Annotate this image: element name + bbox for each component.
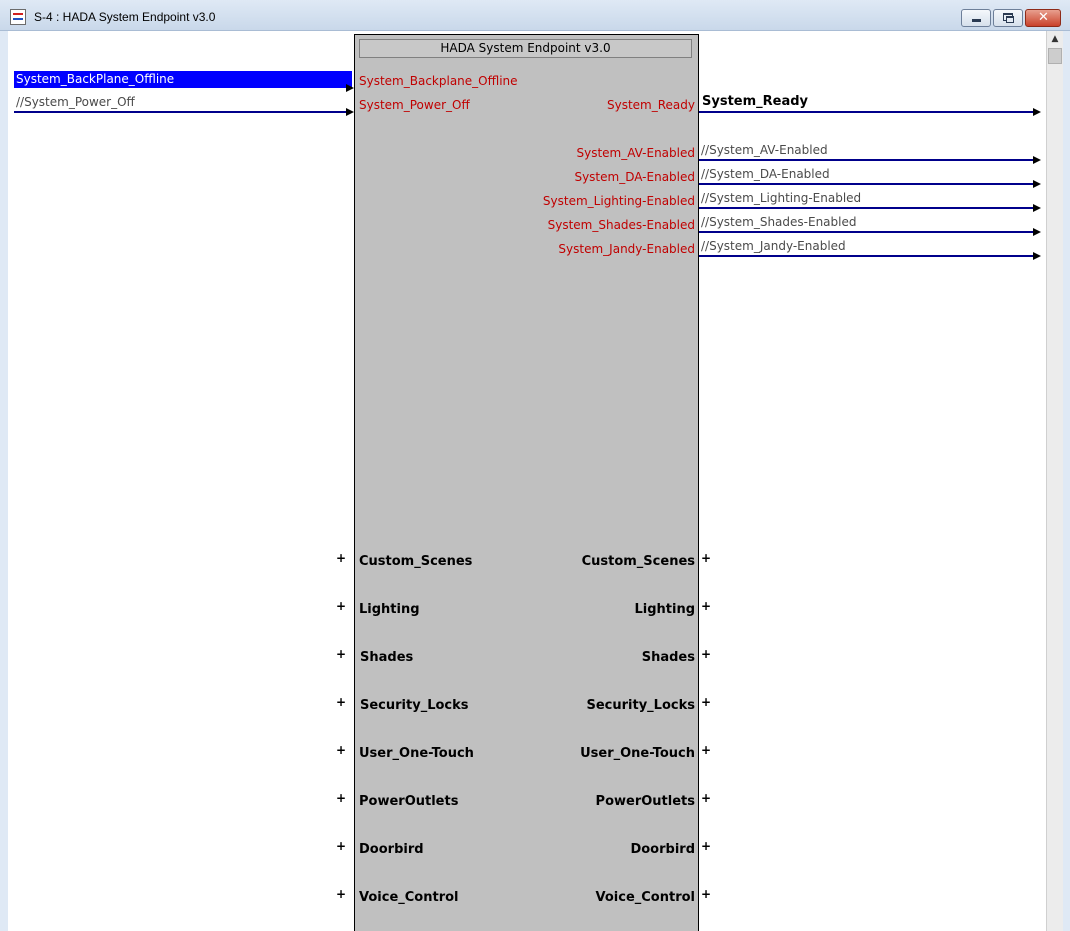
group-right-security-locks[interactable]: Security_Locks bbox=[586, 698, 695, 713]
group-right-user-one-touch[interactable]: User_One-Touch bbox=[580, 746, 695, 761]
window-border-left bbox=[0, 31, 8, 931]
arrow-icon bbox=[1033, 252, 1041, 260]
window-titlebar: S-4 : HADA System Endpoint v3.0 ✕ bbox=[0, 0, 1070, 31]
expand-left-lighting[interactable]: + bbox=[336, 599, 346, 613]
expand-left-voice-control[interactable]: + bbox=[336, 887, 346, 901]
symbol-title: HADA System Endpoint v3.0 bbox=[359, 39, 692, 58]
group-left-user-one-touch[interactable]: User_One-Touch bbox=[359, 746, 474, 761]
port-in-power-off[interactable]: System_Power_Off bbox=[359, 98, 470, 112]
expand-left-power-outlets[interactable]: + bbox=[336, 791, 346, 805]
port-out-system-ready[interactable]: System_Ready bbox=[607, 98, 695, 112]
group-right-doorbird[interactable]: Doorbird bbox=[630, 842, 695, 857]
restore-icon-front bbox=[1006, 16, 1014, 23]
scroll-up-icon[interactable]: ▲ bbox=[1047, 31, 1063, 47]
output-signal-lighting-enabled[interactable]: //System_Lighting-Enabled bbox=[701, 191, 861, 205]
arrow-icon bbox=[346, 84, 354, 92]
port-in-backplane-offline[interactable]: System_Backplane_Offline bbox=[359, 74, 518, 88]
window-title: S-4 : HADA System Endpoint v3.0 bbox=[34, 10, 216, 24]
group-left-custom-scenes[interactable]: Custom_Scenes bbox=[359, 554, 472, 569]
group-right-voice-control[interactable]: Voice_Control bbox=[596, 890, 696, 905]
group-right-lighting[interactable]: Lighting bbox=[634, 602, 695, 617]
group-left-power-outlets[interactable]: PowerOutlets bbox=[359, 794, 458, 809]
group-left-voice-control[interactable]: Voice_Control bbox=[359, 890, 459, 905]
arrow-icon bbox=[1033, 180, 1041, 188]
expand-right-voice-control[interactable]: + bbox=[701, 887, 711, 901]
output-signal-av-enabled[interactable]: //System_AV-Enabled bbox=[701, 143, 828, 157]
wire-da-enabled bbox=[699, 183, 1033, 185]
arrow-icon bbox=[1033, 228, 1041, 236]
group-left-security-locks[interactable]: Security_Locks bbox=[360, 698, 469, 713]
close-icon: ✕ bbox=[1038, 10, 1049, 25]
port-out-shades-enabled[interactable]: System_Shades-Enabled bbox=[548, 218, 695, 232]
app-icon bbox=[10, 9, 26, 25]
port-out-da-enabled[interactable]: System_DA-Enabled bbox=[574, 170, 695, 184]
group-right-shades[interactable]: Shades bbox=[642, 650, 695, 665]
expand-left-custom-scenes[interactable]: + bbox=[336, 551, 346, 565]
expand-right-security-locks[interactable]: + bbox=[701, 695, 711, 709]
wire-jandy-enabled bbox=[699, 255, 1033, 257]
expand-right-shades[interactable]: + bbox=[701, 647, 711, 661]
arrow-icon bbox=[1033, 204, 1041, 212]
expand-left-doorbird[interactable]: + bbox=[336, 839, 346, 853]
expand-left-shades[interactable]: + bbox=[336, 647, 346, 661]
minimize-icon bbox=[972, 19, 981, 22]
minimize-button[interactable] bbox=[961, 9, 991, 27]
wire-lighting-enabled bbox=[699, 207, 1033, 209]
wire-power-off bbox=[14, 111, 348, 113]
group-right-custom-scenes[interactable]: Custom_Scenes bbox=[582, 554, 695, 569]
arrow-icon bbox=[346, 108, 354, 116]
group-left-lighting[interactable]: Lighting bbox=[359, 602, 420, 617]
output-signal-da-enabled[interactable]: //System_DA-Enabled bbox=[701, 167, 830, 181]
wire-av-enabled bbox=[699, 159, 1033, 161]
expand-right-custom-scenes[interactable]: + bbox=[701, 551, 711, 565]
group-left-doorbird[interactable]: Doorbird bbox=[359, 842, 424, 857]
group-left-shades[interactable]: Shades bbox=[360, 650, 413, 665]
input-signal-power-off[interactable]: //System_Power_Off bbox=[16, 95, 135, 109]
group-right-power-outlets[interactable]: PowerOutlets bbox=[596, 794, 695, 809]
close-button[interactable]: ✕ bbox=[1025, 9, 1061, 27]
arrow-icon bbox=[1033, 156, 1041, 164]
vertical-scrollbar[interactable]: ▲ bbox=[1046, 31, 1063, 931]
output-signal-jandy-enabled[interactable]: //System_Jandy-Enabled bbox=[701, 239, 846, 253]
arrow-icon bbox=[1033, 108, 1041, 116]
restore-button[interactable] bbox=[993, 9, 1023, 27]
port-out-jandy-enabled[interactable]: System_Jandy-Enabled bbox=[558, 242, 695, 256]
expand-right-lighting[interactable]: + bbox=[701, 599, 711, 613]
program-canvas[interactable]: System_BackPlane_Offline //System_Power_… bbox=[8, 31, 1046, 931]
scroll-thumb[interactable] bbox=[1048, 48, 1062, 64]
output-signal-system-ready[interactable]: System_Ready bbox=[702, 94, 808, 109]
input-signal-backplane-offline[interactable]: System_BackPlane_Offline bbox=[14, 71, 352, 88]
expand-right-doorbird[interactable]: + bbox=[701, 839, 711, 853]
wire-system-ready bbox=[699, 111, 1033, 113]
port-out-av-enabled[interactable]: System_AV-Enabled bbox=[576, 146, 695, 160]
window-border-right bbox=[1063, 31, 1070, 931]
wire-shades-enabled bbox=[699, 231, 1033, 233]
expand-right-user-one-touch[interactable]: + bbox=[701, 743, 711, 757]
symbol-block[interactable]: HADA System Endpoint v3.0 System_Backpla… bbox=[354, 34, 699, 931]
port-out-lighting-enabled[interactable]: System_Lighting-Enabled bbox=[543, 194, 695, 208]
output-signal-shades-enabled[interactable]: //System_Shades-Enabled bbox=[701, 215, 856, 229]
expand-right-power-outlets[interactable]: + bbox=[701, 791, 711, 805]
expand-left-user-one-touch[interactable]: + bbox=[336, 743, 346, 757]
expand-left-security-locks[interactable]: + bbox=[336, 695, 346, 709]
